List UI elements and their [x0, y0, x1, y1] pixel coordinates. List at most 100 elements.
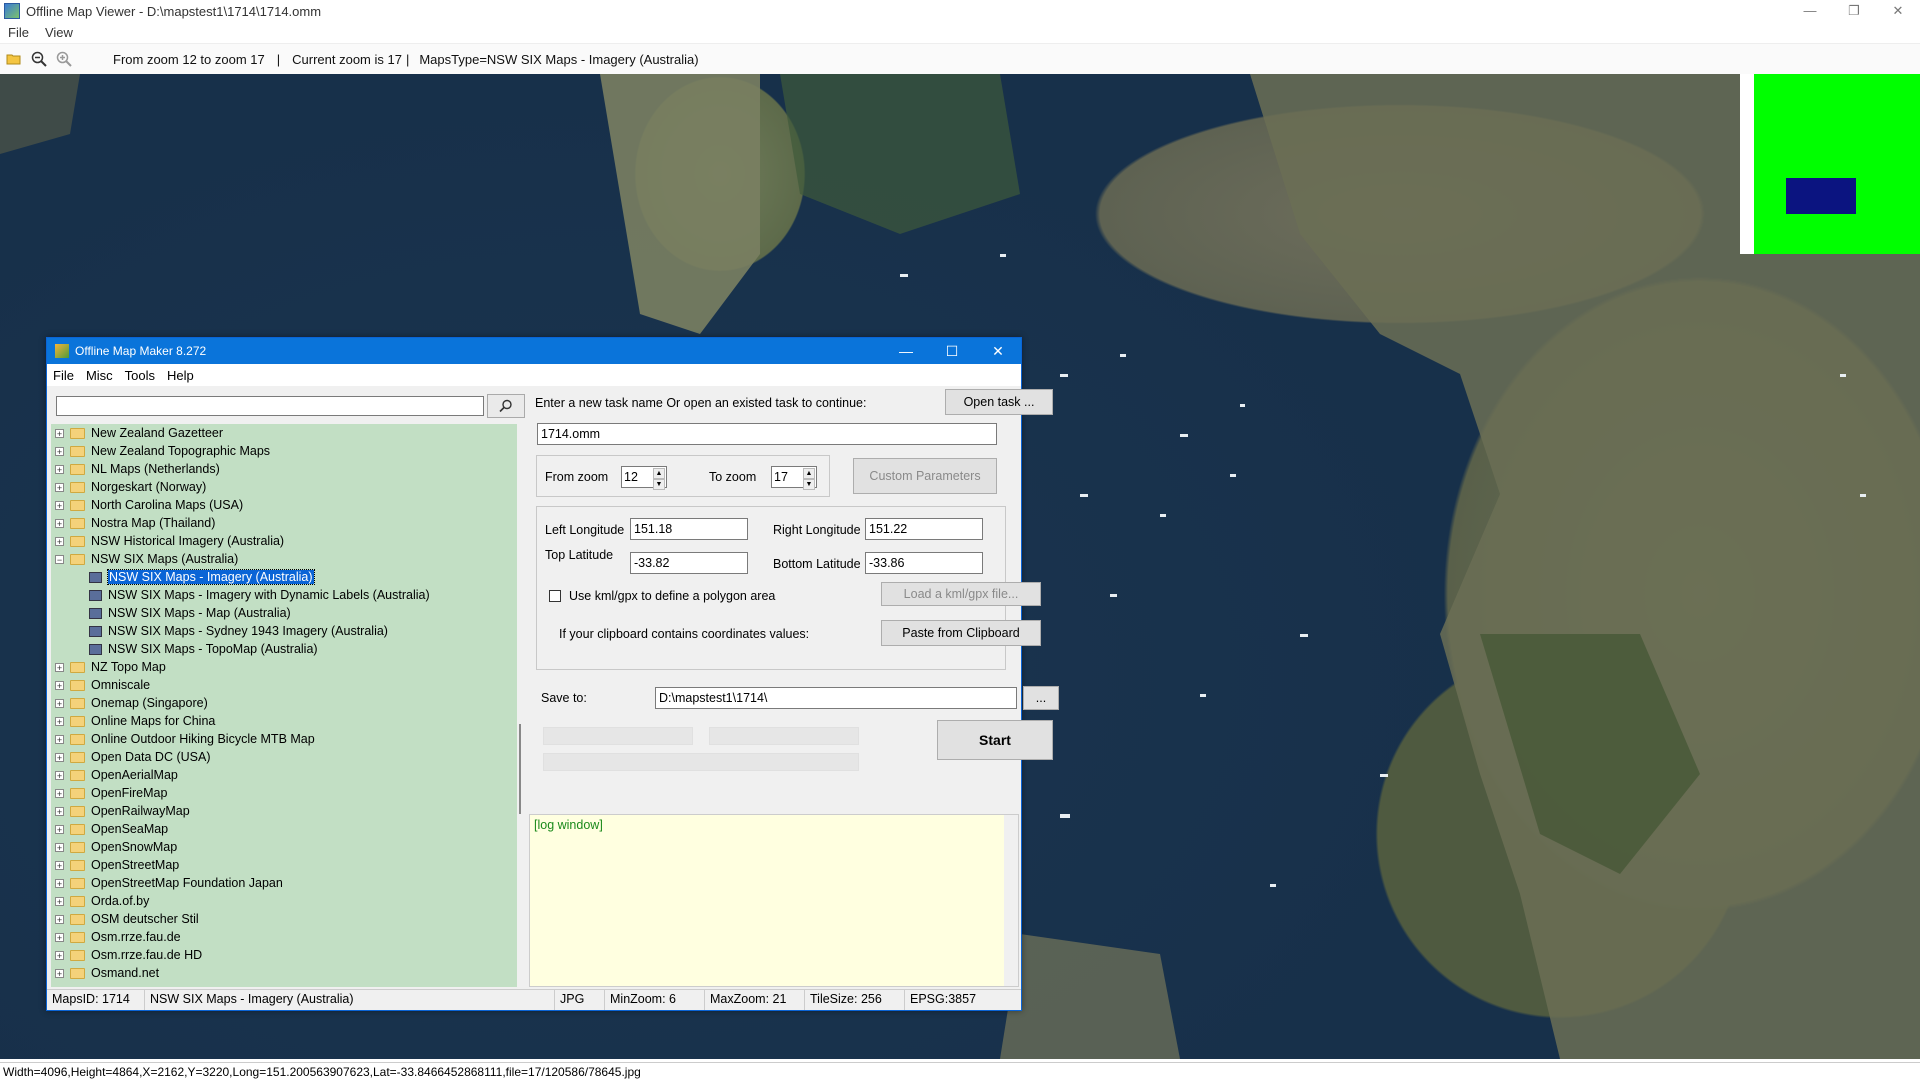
- right-longitude-input[interactable]: 151.22: [865, 518, 983, 540]
- dialog-minimize-button[interactable]: —: [883, 343, 929, 360]
- tree-item[interactable]: + NL Maps (Netherlands): [51, 460, 517, 478]
- tree-item[interactable]: + Onemap (Singapore): [51, 694, 517, 712]
- restore-button[interactable]: ❐: [1832, 0, 1876, 22]
- dialog-menu-tools[interactable]: Tools: [119, 368, 161, 383]
- tree-item[interactable]: + Online Maps for China: [51, 712, 517, 730]
- log-scrollbar[interactable]: [1004, 815, 1018, 986]
- dialog-maximize-button[interactable]: ☐: [929, 343, 975, 360]
- tree-item[interactable]: + New Zealand Gazetteer: [51, 424, 517, 442]
- expand-icon[interactable]: +: [55, 932, 64, 942]
- save-to-input[interactable]: D:\mapstest1\1714\: [655, 687, 1017, 709]
- tree-item[interactable]: + Osm.rrze.fau.de HD: [51, 946, 517, 964]
- tree-item[interactable]: NSW SIX Maps - Imagery with Dynamic Labe…: [51, 586, 517, 604]
- tree-item[interactable]: + OpenStreetMap: [51, 856, 517, 874]
- to-zoom-spinner[interactable]: 17 ▲ ▼: [771, 466, 817, 490]
- tree-item[interactable]: + OpenSnowMap: [51, 838, 517, 856]
- tree-item[interactable]: + NSW Historical Imagery (Australia): [51, 532, 517, 550]
- tree-item[interactable]: + OSM deutscher Stil: [51, 910, 517, 928]
- dialog-menu-help[interactable]: Help: [161, 368, 200, 383]
- expand-icon[interactable]: +: [55, 824, 64, 834]
- expand-icon[interactable]: +: [55, 860, 64, 870]
- custom-parameters-button[interactable]: Custom Parameters: [853, 458, 997, 494]
- tree-item[interactable]: + Nostra Map (Thailand): [51, 514, 517, 532]
- dialog-menu-file[interactable]: File: [47, 368, 80, 383]
- minimap-viewport[interactable]: [1786, 178, 1856, 214]
- expand-icon[interactable]: +: [55, 698, 64, 708]
- map-source-tree[interactable]: + New Zealand Gazetteer + New Zealand Topog…: [51, 424, 517, 987]
- paste-clipboard-button[interactable]: Paste from Clipboard: [881, 620, 1041, 646]
- expand-icon[interactable]: +: [55, 734, 64, 744]
- expand-icon[interactable]: +: [55, 752, 64, 762]
- spin-up-icon[interactable]: ▲: [653, 468, 665, 479]
- expand-icon[interactable]: +: [55, 680, 64, 690]
- tree-item[interactable]: + Omniscale: [51, 676, 517, 694]
- expand-icon[interactable]: +: [55, 500, 64, 510]
- search-button[interactable]: [487, 394, 525, 418]
- dialog-close-button[interactable]: ✕: [975, 343, 1021, 360]
- tree-item[interactable]: + Norgeskart (Norway): [51, 478, 517, 496]
- tree-item[interactable]: + Open Data DC (USA): [51, 748, 517, 766]
- task-name-input[interactable]: 1714.omm: [537, 423, 997, 445]
- expand-icon[interactable]: +: [55, 896, 64, 906]
- expand-icon[interactable]: +: [55, 464, 64, 474]
- zoom-out-icon[interactable]: [28, 48, 50, 70]
- expand-icon[interactable]: +: [55, 518, 64, 528]
- expand-icon[interactable]: +: [55, 716, 64, 726]
- tree-item[interactable]: + New Zealand Topographic Maps: [51, 442, 517, 460]
- use-kml-checkbox[interactable]: [549, 590, 561, 602]
- folder-open-icon[interactable]: [3, 48, 25, 70]
- minimap[interactable]: [1740, 74, 1920, 254]
- tree-item[interactable]: + North Carolina Maps (USA): [51, 496, 517, 514]
- browse-button[interactable]: ...: [1023, 686, 1059, 710]
- tree-item[interactable]: NSW SIX Maps - Imagery (Australia): [51, 568, 517, 586]
- log-window[interactable]: [log window]: [529, 814, 1019, 987]
- tree-item[interactable]: + OpenAerialMap: [51, 766, 517, 784]
- menu-file[interactable]: File: [0, 25, 37, 40]
- tree-scrollbar[interactable]: [517, 424, 525, 987]
- tree-scroll-thumb[interactable]: [519, 724, 521, 814]
- close-button[interactable]: ✕: [1876, 0, 1920, 22]
- tree-item[interactable]: + OpenStreetMap Foundation Japan: [51, 874, 517, 892]
- tree-item[interactable]: + OpenFireMap: [51, 784, 517, 802]
- tree-item[interactable]: + Osmand.net: [51, 964, 517, 982]
- zoom-in-icon[interactable]: [53, 48, 75, 70]
- load-kml-button[interactable]: Load a kml/gpx file...: [881, 582, 1041, 606]
- spin-up-icon[interactable]: ▲: [803, 468, 815, 479]
- search-input[interactable]: [56, 396, 484, 416]
- tree-item[interactable]: + NZ Topo Map: [51, 658, 517, 676]
- top-latitude-input[interactable]: -33.82: [630, 552, 748, 574]
- collapse-icon[interactable]: −: [55, 554, 64, 564]
- expand-icon[interactable]: +: [55, 446, 64, 456]
- tree-item[interactable]: + OpenRailwayMap: [51, 802, 517, 820]
- tree-item[interactable]: + Online Outdoor Hiking Bicycle MTB Map: [51, 730, 517, 748]
- minimize-button[interactable]: —: [1788, 0, 1832, 22]
- menu-view[interactable]: View: [37, 25, 81, 40]
- expand-icon[interactable]: +: [55, 536, 64, 546]
- expand-icon[interactable]: +: [55, 968, 64, 978]
- expand-icon[interactable]: +: [55, 842, 64, 852]
- tree-item[interactable]: + Orda.of.by: [51, 892, 517, 910]
- tree-item[interactable]: + Osm.rrze.fau.de: [51, 928, 517, 946]
- expand-icon[interactable]: +: [55, 806, 64, 816]
- from-zoom-spinner[interactable]: 12 ▲ ▼: [621, 466, 667, 490]
- tree-item[interactable]: NSW SIX Maps - TopoMap (Australia): [51, 640, 517, 658]
- expand-icon[interactable]: +: [55, 788, 64, 798]
- expand-icon[interactable]: +: [55, 482, 64, 492]
- tree-item[interactable]: NSW SIX Maps - Sydney 1943 Imagery (Aust…: [51, 622, 517, 640]
- dialog-menu-misc[interactable]: Misc: [80, 368, 119, 383]
- tree-item[interactable]: + OpenSeaMap: [51, 820, 517, 838]
- spin-down-icon[interactable]: ▼: [803, 479, 815, 490]
- expand-icon[interactable]: +: [55, 770, 64, 780]
- open-task-button[interactable]: Open task ...: [945, 389, 1053, 415]
- left-longitude-input[interactable]: 151.18: [630, 518, 748, 540]
- start-button[interactable]: Start: [937, 720, 1053, 760]
- bottom-latitude-input[interactable]: -33.86: [865, 552, 983, 574]
- expand-icon[interactable]: +: [55, 662, 64, 672]
- tree-item[interactable]: NSW SIX Maps - Map (Australia): [51, 604, 517, 622]
- tree-item[interactable]: − NSW SIX Maps (Australia): [51, 550, 517, 568]
- spin-down-icon[interactable]: ▼: [653, 479, 665, 490]
- expand-icon[interactable]: +: [55, 428, 64, 438]
- expand-icon[interactable]: +: [55, 950, 64, 960]
- expand-icon[interactable]: +: [55, 878, 64, 888]
- expand-icon[interactable]: +: [55, 914, 64, 924]
